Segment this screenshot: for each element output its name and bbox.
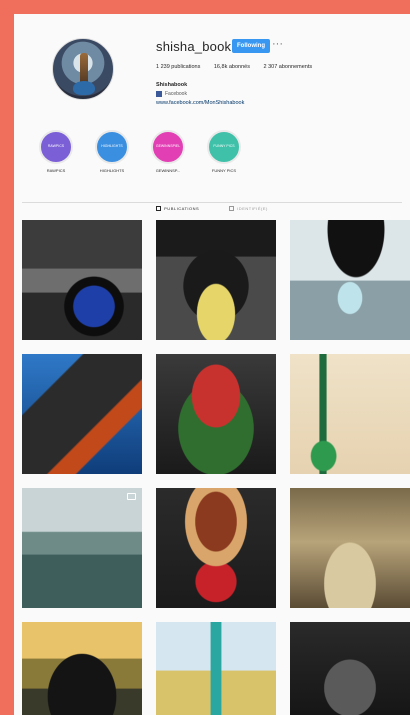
post-tile-woman-umbrella[interactable] (290, 220, 410, 340)
highlight-inner-text: GEWINNSPIEL (155, 144, 181, 148)
post-tile-car-interior[interactable] (290, 622, 410, 715)
facebook-icon (156, 91, 162, 97)
bio-facebook-label: Facebook (165, 91, 187, 97)
video-icon (127, 493, 136, 500)
highlight-circle[interactable]: GEWINNSPIEL (151, 130, 185, 164)
post-tile-hookah-illustration[interactable] (290, 354, 410, 474)
bio-name: Shishabook (156, 82, 188, 88)
tag-icon (229, 206, 235, 211)
highlight-highlights[interactable]: HIGHLIGHTS HIGHLIGHTS (92, 130, 132, 173)
tab-publications[interactable]: PUBLICATIONS (156, 206, 199, 211)
post-tile-hookah-field[interactable] (156, 622, 276, 715)
highlight-circle[interactable]: HIGHLIGHTS (95, 130, 129, 164)
profile-header: shisha_book Following ··· 1 239 publicat… (14, 14, 410, 194)
profile-page: shisha_book Following ··· 1 239 publicat… (14, 14, 410, 715)
profile-avatar[interactable] (52, 38, 114, 100)
post-tile-hookah-lounge[interactable] (22, 220, 142, 340)
post-tile-sea-video[interactable] (22, 488, 142, 608)
tabs-divider (22, 202, 402, 203)
profile-username: shisha_book (156, 39, 232, 54)
post-tile-hookah-wheel[interactable] (156, 220, 276, 340)
post-tile-tobacco-bowl[interactable] (156, 488, 276, 608)
tab-tagged[interactable]: IDENTIFIÉ(E) (229, 206, 268, 211)
highlight-circle[interactable]: FUNNY PICS (207, 130, 241, 164)
highlight-inner-text: HIGHLIGHTS (101, 144, 123, 148)
tab-label: PUBLICATIONS (164, 206, 200, 211)
profile-stats: 1 239 publications 16,8k abonnés 2 307 a… (156, 64, 324, 70)
highlight-inner-text: RAWPICS (47, 144, 65, 148)
grid-icon (156, 206, 162, 211)
hookah-base-icon (73, 81, 95, 95)
bio-facebook: Facebook (156, 91, 187, 97)
highlight-gewinnspiel[interactable]: GEWINNSPIEL GEWINNSP... (148, 130, 188, 173)
more-options-button[interactable]: ··· (272, 38, 283, 50)
followers-count[interactable]: 16,8k abonnés (214, 64, 250, 70)
highlight-funny-pics[interactable]: FUNNY PICS FUNNY PICS (204, 130, 244, 173)
highlight-circle[interactable]: RAWPICS (39, 130, 73, 164)
highlight-label: FUNNY PICS (211, 168, 237, 173)
tab-label: IDENTIFIÉ(E) (237, 206, 268, 211)
highlight-inner-text: FUNNY PICS (213, 144, 235, 148)
posts-count: 1 239 publications (156, 64, 201, 70)
post-tile-crowd-smoking[interactable] (290, 488, 410, 608)
highlight-rawpics[interactable]: RAWPICS RAWPICS (36, 130, 76, 173)
post-tile-watermelon-bowl[interactable] (156, 354, 276, 474)
highlight-label: GEWINNSP... (155, 168, 181, 173)
bio-link[interactable]: www.facebook.com/MonShishabook (156, 100, 244, 106)
following-count[interactable]: 2 307 abonnements (264, 64, 313, 70)
highlight-label: HIGHLIGHTS (99, 168, 125, 173)
profile-tabs: PUBLICATIONS IDENTIFIÉ(E) (14, 206, 410, 211)
post-tile-burning-coal[interactable] (22, 354, 142, 474)
story-highlights: RAWPICS RAWPICS HIGHLIGHTS HIGHLIGHTS GE… (36, 130, 244, 173)
post-tile-black-car[interactable] (22, 622, 142, 715)
following-button[interactable]: Following (232, 39, 270, 53)
highlight-label: RAWPICS (46, 168, 66, 173)
post-grid (22, 220, 410, 715)
